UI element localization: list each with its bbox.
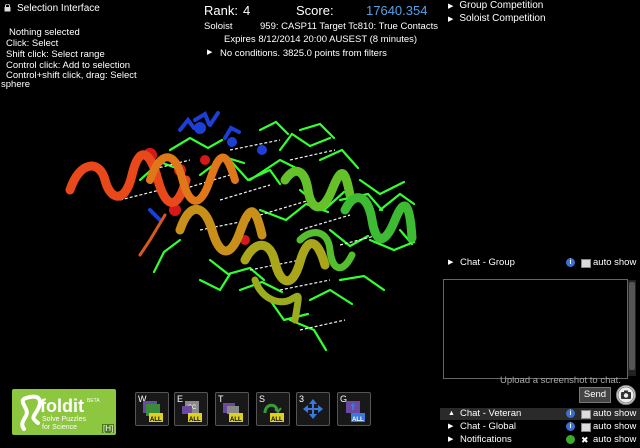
chat-global-label: Chat - Global [460, 421, 516, 432]
info-icon[interactable]: i [566, 258, 575, 267]
selection-interface-title: Selection Interface [17, 3, 100, 14]
collapse-arrow-icon: ▲ [448, 410, 455, 417]
auto-show-label: auto show [593, 257, 637, 268]
auto-show-label: auto show [593, 408, 637, 419]
svg-text:ALL: ALL [230, 417, 242, 423]
auto-show-label: auto show [593, 434, 637, 445]
score-value: 17640.354 [366, 3, 428, 18]
tweak-icon: ALL [223, 403, 243, 423]
wiggle-all-button[interactable]: W ALL [135, 392, 169, 426]
group-competition-label: Group Competition [459, 0, 544, 11]
info-icon[interactable]: i [566, 409, 575, 418]
send-button[interactable]: Send [579, 387, 611, 403]
info-icon[interactable]: i [566, 422, 575, 431]
expand-arrow-icon: ▶ [448, 436, 454, 443]
move-mode-button[interactable]: 3 [296, 392, 330, 426]
sidechain-shake-icon: SC ALL [182, 401, 202, 423]
auto-show-toggle[interactable] [581, 259, 591, 268]
chat-veteran-header[interactable]: ▲ Chat - Veteran i auto show [440, 408, 640, 420]
mode-label: Soloist [204, 21, 233, 32]
notification-status-icon[interactable] [566, 435, 575, 444]
move-arrows-icon [303, 399, 323, 419]
shake-all-button[interactable]: S ALL [256, 392, 290, 426]
soloist-competition-item[interactable]: ▶ Soloist Competition [448, 13, 546, 24]
global-move-button[interactable]: G ALL [337, 392, 371, 426]
expand-arrow-icon: ▶ [448, 16, 454, 23]
chat-scrollbar-thumb[interactable] [629, 282, 635, 370]
wiggle-all-icon: ALL [143, 401, 163, 423]
svg-text:ALL: ALL [271, 417, 283, 423]
close-icon[interactable]: ✖ [581, 434, 589, 446]
auto-show-toggle[interactable] [581, 423, 591, 432]
foldit-tagline: Solve Puzzles [42, 416, 86, 423]
global-move-icon: ALL [346, 401, 365, 423]
shake-all-icon: ALL [263, 403, 284, 423]
score-panel: Rank: 4 Score: 17640.354 Soloist 959: CA… [198, 0, 443, 62]
conditions-expand-icon[interactable]: ▶ [207, 48, 212, 56]
foldit-hotkey: [H] [102, 424, 115, 433]
notifications-label: Notifications [460, 434, 512, 445]
camera-icon[interactable] [616, 385, 636, 405]
svg-text:ALL: ALL [352, 417, 364, 423]
chat-veteran-label: Chat - Veteran [460, 408, 522, 419]
expand-arrow-icon: ▶ [448, 259, 454, 266]
chat-group-header[interactable]: ▶ Chat - Group i auto show [440, 257, 640, 269]
auto-show-toggle[interactable] [581, 410, 591, 419]
rank-label: Rank: [204, 3, 238, 18]
conditions-text[interactable]: No conditions. 3825.0 points from filter… [220, 48, 387, 59]
shake-sidechains-button[interactable]: E SC ALL [174, 392, 208, 426]
tweak-button[interactable]: T ALL [215, 392, 249, 426]
puzzle-title: 959: CASP11 Target Tc810: True Contacts [260, 21, 438, 32]
expand-arrow-icon: ▶ [448, 423, 454, 430]
lock-icon[interactable] [4, 4, 11, 12]
foldit-logo-text: foldit [40, 396, 84, 416]
chat-global-header[interactable]: ▶ Chat - Global i auto show [440, 421, 640, 433]
chat-message-area[interactable] [443, 279, 628, 379]
expand-arrow-icon: ▶ [448, 3, 454, 10]
expiry-text: Expires 8/12/2014 20:00 AUSEST (8 minute… [224, 34, 418, 45]
chat-group-label: Chat - Group [460, 257, 515, 268]
soloist-competition-label: Soloist Competition [459, 13, 546, 24]
foldit-tagline: for Science [42, 424, 78, 431]
foldit-beta-label: BETA [87, 398, 100, 404]
score-label: Score: [296, 3, 334, 18]
selection-help-line: sphere [1, 79, 31, 90]
rank-value: 4 [243, 3, 251, 18]
auto-show-label: auto show [593, 421, 637, 432]
notifications-header[interactable]: ▶ Notifications ✖ auto show [440, 434, 640, 446]
svg-text:ALL: ALL [189, 417, 201, 423]
group-competition-item[interactable]: ▶ Group Competition [448, 0, 543, 11]
svg-text:ALL: ALL [150, 417, 162, 423]
upload-screenshot-hint: Upload a screenshot to chat. [500, 375, 621, 386]
